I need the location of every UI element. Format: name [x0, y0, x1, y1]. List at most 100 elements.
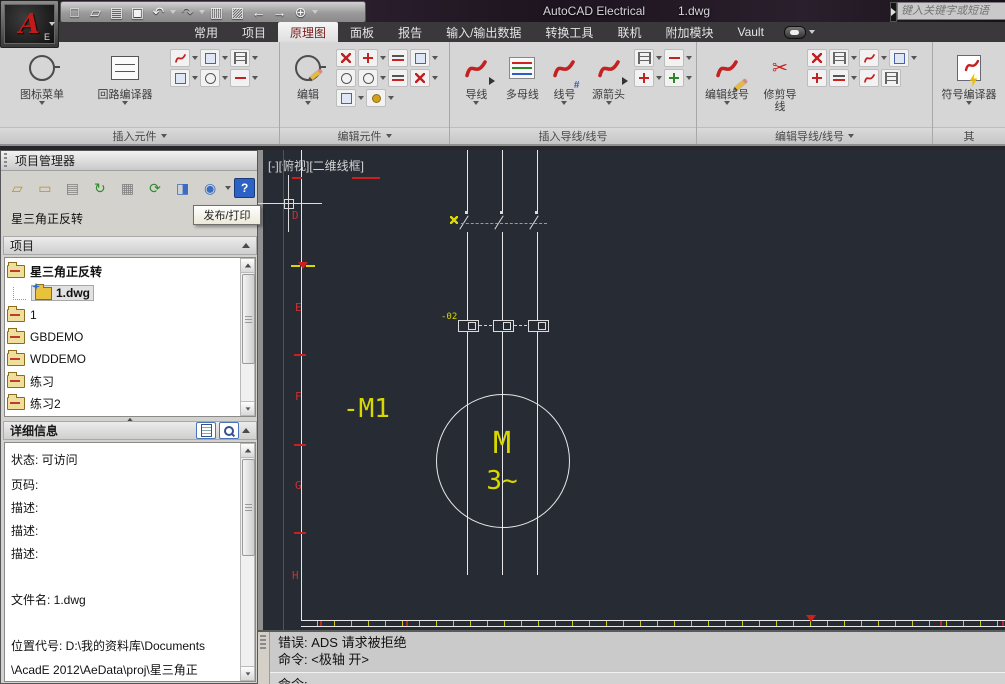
scroll-up-arrow[interactable] [241, 259, 254, 273]
wire-number-leader-icon[interactable] [634, 69, 654, 87]
preview-dwg-icon[interactable]: ◨ [170, 177, 195, 200]
chevron-down-icon[interactable] [358, 96, 364, 100]
projects-section-header[interactable]: 项目 [3, 236, 257, 255]
equipment-list-icon[interactable] [170, 69, 190, 87]
tree-item-project-wddemo[interactable]: WDDEMO [7, 349, 86, 369]
insert-panel-list-icon[interactable] [200, 49, 220, 67]
tab-conversion-tools[interactable]: 转换工具 [533, 22, 605, 42]
help-icon[interactable]: ? [234, 178, 255, 198]
plot-project-icon[interactable]: ▦ [115, 177, 140, 200]
move-wire-number-icon[interactable] [807, 69, 827, 87]
chevron-down-icon[interactable] [656, 56, 662, 60]
chevron-down-icon[interactable] [686, 56, 692, 60]
scrollbar-thumb[interactable] [242, 459, 255, 556]
undo-icon[interactable]: ↶ [149, 3, 168, 21]
tab-reports[interactable]: 报告 [386, 22, 434, 42]
chevron-down-icon[interactable] [851, 76, 857, 80]
panel-label-edit-components[interactable]: 编辑元件 [280, 127, 449, 144]
chevron-down-icon[interactable] [432, 56, 438, 60]
fix-wire-number-icon[interactable] [859, 49, 879, 67]
palette-grip[interactable] [4, 153, 7, 169]
scroll-down-arrow[interactable] [241, 666, 254, 680]
details-scrollbar[interactable] [240, 443, 255, 681]
redo-chevron-down-icon[interactable] [199, 10, 205, 14]
source-arrow-button[interactable]: 源箭头 [587, 45, 630, 129]
wire-number-button[interactable]: # 线号 [546, 45, 583, 129]
drawing-canvas[interactable]: [-][俯视][二维线框] D E F G H [258, 150, 1005, 630]
tab-import-export[interactable]: 输入/输出数据 [434, 22, 533, 42]
panel-label-other-tools[interactable]: 其 [933, 127, 1005, 144]
drawing-list-icon[interactable]: ▤ [60, 177, 85, 200]
align-icon[interactable] [388, 69, 408, 87]
chevron-down-icon[interactable] [380, 76, 386, 80]
panel-label-insert-wires[interactable]: 插入导线/线号 [450, 127, 696, 144]
tab-vault[interactable]: Vault [725, 22, 775, 42]
search-go-button[interactable] [890, 2, 897, 22]
tree-item-project-gbdemo[interactable]: GBDEMO [7, 327, 83, 347]
open-file-icon[interactable]: ▱ [86, 3, 105, 21]
back-icon[interactable]: ← [249, 3, 268, 21]
tab-home[interactable]: 常用 [182, 22, 230, 42]
search-input[interactable] [897, 2, 1005, 20]
revise-ladder-icon[interactable] [829, 49, 849, 67]
chevron-down-icon[interactable] [911, 56, 917, 60]
sheet-set-manager-icon[interactable]: ▨ [228, 3, 247, 21]
tree-item-project-lianxi2[interactable]: 练习2 [7, 393, 61, 413]
delete-wire-number-icon[interactable] [807, 49, 827, 67]
plot-icon[interactable]: ▥ [207, 3, 226, 21]
wire-button[interactable]: 导线 [454, 45, 499, 129]
tab-overflow-control[interactable] [776, 22, 823, 42]
chevron-down-icon[interactable] [225, 186, 231, 190]
tree-item-drawing-1dwg[interactable]: 1.dwg [7, 283, 94, 303]
delete-circuit-icon[interactable] [410, 69, 430, 87]
details-section-header[interactable]: 详细信息 [3, 421, 257, 440]
trim-wire-button[interactable]: ✂ 修剪导线 [757, 45, 803, 129]
check-wire-numbers-icon[interactable] [859, 69, 879, 87]
chevron-down-icon[interactable] [686, 76, 692, 80]
scrollbar-thumb[interactable] [242, 274, 255, 364]
multiple-insert-icon[interactable] [170, 49, 190, 67]
panel-label-edit-wires[interactable]: 编辑导线/线号 [697, 127, 932, 144]
circuit-clipboard-icon[interactable] [358, 69, 378, 87]
circuit-builder-button[interactable]: 回路编译器 [84, 45, 166, 129]
move-component-icon[interactable] [358, 49, 378, 67]
chevron-down-icon[interactable] [252, 76, 258, 80]
application-menu-button[interactable]: A E [0, 0, 59, 48]
symbol-builder-button[interactable]: 符号编译器 [937, 45, 1001, 129]
swap-wire-numbers-icon[interactable] [829, 69, 849, 87]
steering-wheel-icon[interactable]: ⊕ [291, 3, 310, 21]
tab-online[interactable]: 联机 [605, 22, 653, 42]
scroll-down-arrow[interactable] [241, 401, 254, 415]
chevron-down-icon[interactable] [656, 76, 662, 80]
tree-scrollbar[interactable] [240, 258, 255, 416]
surfer-icon[interactable] [410, 49, 430, 67]
publish-print-icon[interactable]: ◉ [198, 177, 223, 200]
chevron-down-icon[interactable] [851, 56, 857, 60]
chevron-down-icon[interactable] [192, 56, 198, 60]
chevron-down-icon[interactable] [432, 76, 438, 80]
one-line-component-icon[interactable] [230, 69, 250, 87]
refresh-icon[interactable]: ↻ [88, 177, 113, 200]
wire-gap-icon[interactable] [664, 49, 684, 67]
chevron-down-icon[interactable] [252, 56, 258, 60]
undo-chevron-down-icon[interactable] [170, 10, 176, 14]
tree-item-project-1[interactable]: 1 [7, 305, 37, 325]
edit-component-button[interactable]: 编辑 [284, 45, 332, 129]
chevron-down-icon[interactable] [380, 56, 386, 60]
chevron-down-icon[interactable] [222, 76, 228, 80]
terminal-strip-icon[interactable] [230, 49, 250, 67]
scroll-up-arrow[interactable] [241, 444, 254, 458]
new-project-icon[interactable]: ▭ [33, 177, 58, 200]
chevron-down-icon[interactable] [192, 76, 198, 80]
update-retag-icon[interactable]: ⟳ [143, 177, 168, 200]
chevron-down-icon[interactable] [881, 56, 887, 60]
details-preview-icon[interactable] [219, 422, 239, 439]
save-icon[interactable]: ▣ [128, 3, 147, 21]
open-project-icon[interactable]: ▱ [5, 177, 30, 200]
command-prompt-line[interactable]: 命令: [270, 672, 1005, 684]
icon-menu-button[interactable]: 图标菜单 [4, 45, 80, 129]
tab-project[interactable]: 项目 [230, 22, 278, 42]
redo-icon[interactable]: ↷ [178, 3, 197, 21]
scoot-icon[interactable] [388, 49, 408, 67]
tree-item-project-xsj[interactable]: 星三角正反转 [7, 261, 102, 281]
